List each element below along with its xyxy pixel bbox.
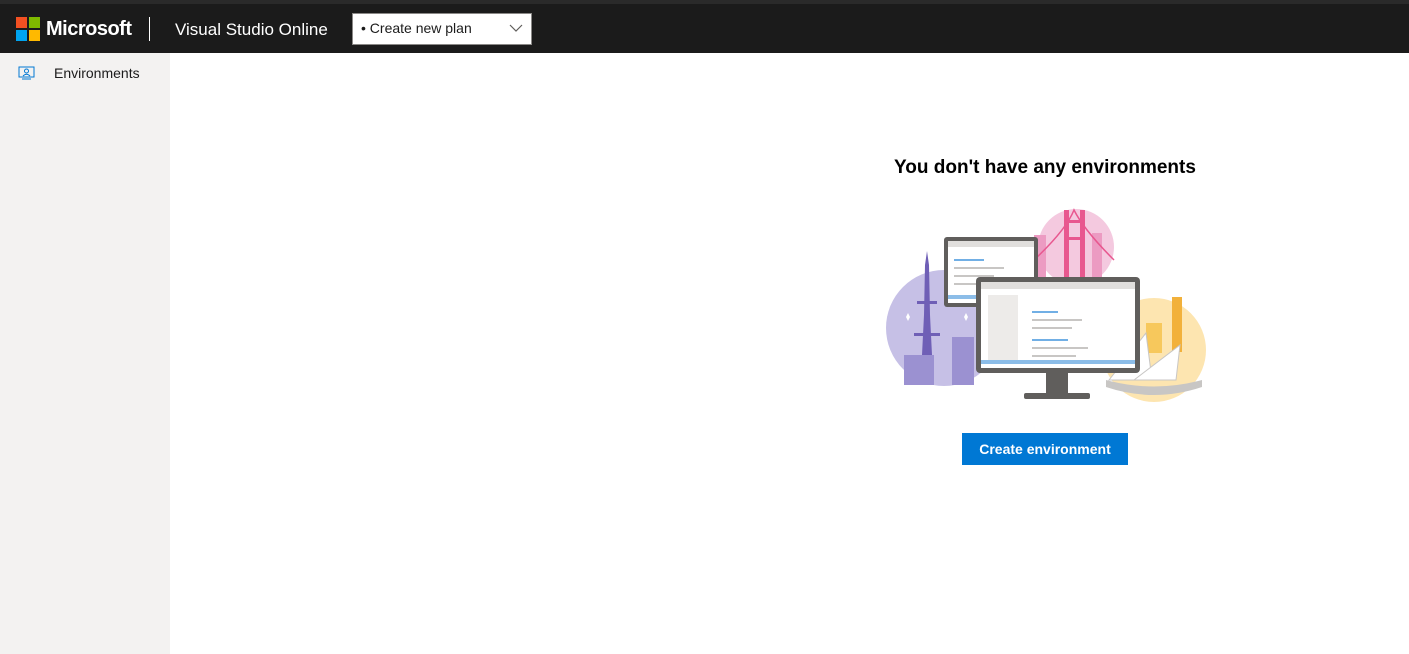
microsoft-logo-icon — [16, 17, 40, 41]
sidebar-item-label: Environments — [54, 65, 140, 81]
sidebar-item-environments[interactable]: Environments — [0, 61, 170, 87]
sidebar: Environments — [0, 53, 170, 654]
product-title[interactable]: Visual Studio Online — [175, 19, 328, 41]
chevron-down-icon — [509, 24, 523, 32]
environments-icon — [18, 66, 35, 80]
empty-state-title: You don't have any environments — [894, 157, 1196, 178]
header-divider — [149, 17, 150, 41]
create-environment-button[interactable]: Create environment — [962, 433, 1128, 465]
brand-name[interactable]: Microsoft — [46, 17, 132, 41]
plan-select[interactable]: • Create new plan — [352, 13, 532, 45]
plan-select-value: • Create new plan — [361, 20, 472, 36]
top-bar: Microsoft Visual Studio Online • Create … — [0, 0, 1409, 53]
cities-monitors-illustration — [886, 208, 1206, 402]
